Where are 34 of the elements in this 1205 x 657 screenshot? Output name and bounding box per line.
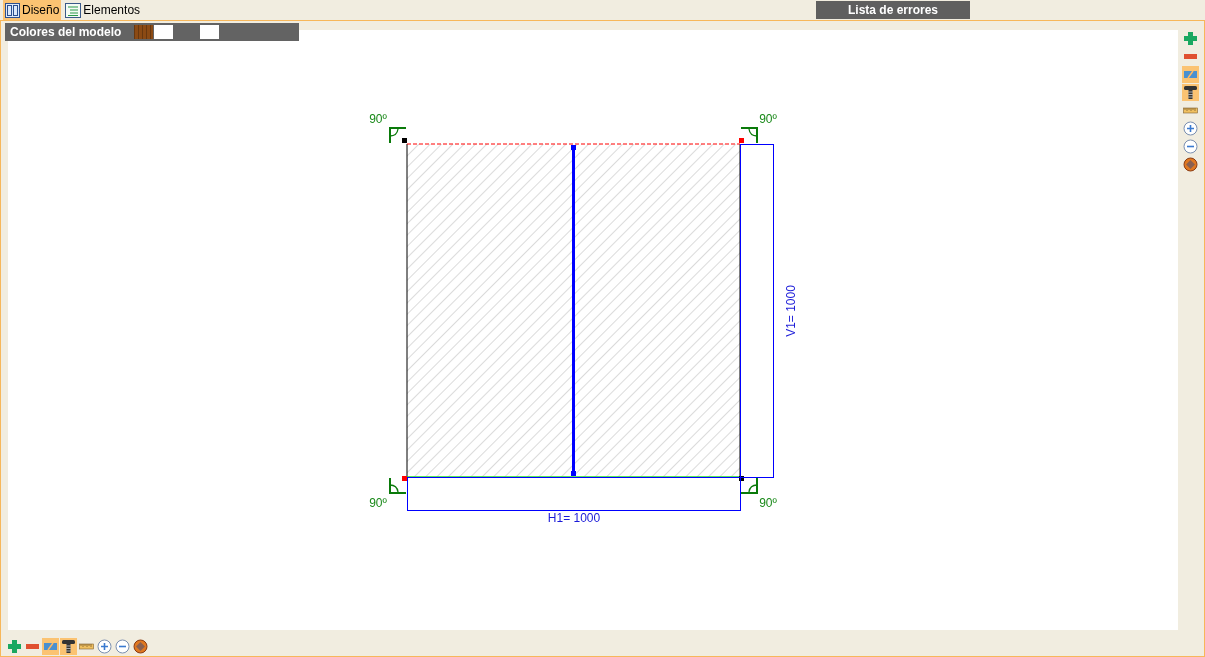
zoom-out-icon[interactable]: [114, 638, 131, 655]
angle-label: 90º: [759, 112, 777, 126]
tab[interactable]: Elementos: [63, 0, 143, 20]
target-icon[interactable]: [1182, 156, 1199, 173]
zoom-in-icon[interactable]: [96, 638, 113, 655]
angle-label: 90º: [369, 496, 387, 510]
panels-icon: [5, 2, 20, 18]
wood-swatch[interactable]: [134, 25, 154, 39]
angle-icon: [389, 477, 407, 494]
horizontal-dimension-label: H1= 1000: [547, 511, 601, 525]
list-icon: [65, 2, 82, 18]
corner-node[interactable]: [739, 476, 744, 481]
angle-icon: [389, 127, 407, 144]
zoom-in-icon[interactable]: [1182, 120, 1199, 137]
color-swatch[interactable]: [200, 25, 220, 39]
angle-label: 90º: [759, 496, 777, 510]
zoom-out-icon[interactable]: [1182, 138, 1199, 155]
screw-icon[interactable]: [60, 638, 77, 655]
color-swatch[interactable]: [154, 25, 174, 39]
angle-label: 90º: [369, 112, 387, 126]
target-icon[interactable]: [132, 638, 149, 655]
plus-icon[interactable]: [1182, 30, 1199, 47]
divider-bar[interactable]: [571, 145, 576, 476]
corner-node[interactable]: [739, 138, 744, 143]
screw-icon[interactable]: [1182, 84, 1199, 101]
corner-node[interactable]: [402, 138, 407, 143]
tab[interactable]: Diseño: [3, 0, 62, 20]
angle-icon: [740, 477, 758, 494]
angle-icon: [740, 127, 758, 144]
corner-node[interactable]: [402, 476, 407, 481]
vertical-dimension-label: V1= 1000: [784, 285, 798, 337]
model-colors-label: Colores del modelo: [10, 25, 122, 39]
plus-icon[interactable]: [6, 638, 23, 655]
error-list-button[interactable]: Lista de errores: [816, 1, 970, 19]
